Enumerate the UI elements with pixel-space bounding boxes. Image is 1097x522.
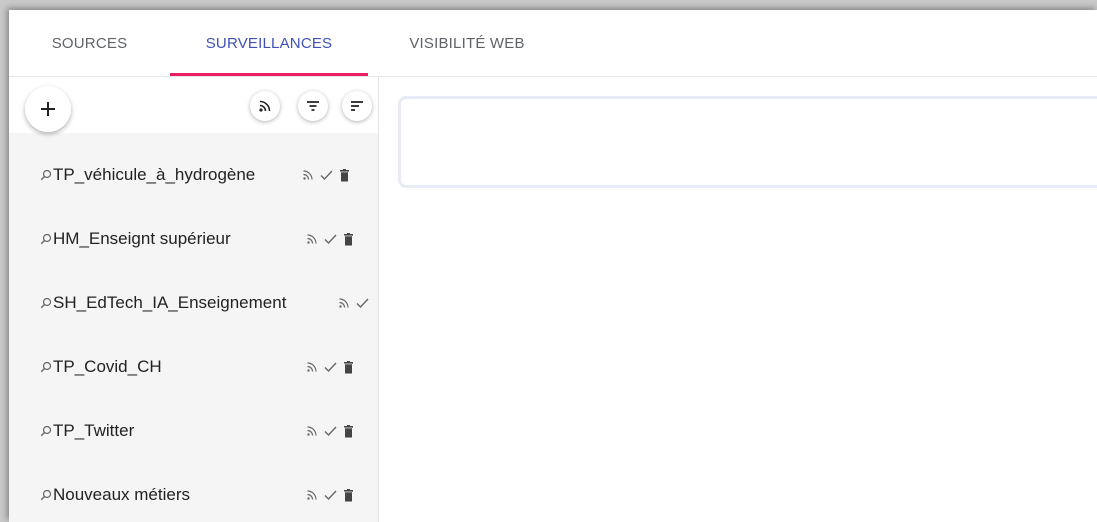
watch-label: TP_Covid_CH — [53, 357, 162, 376]
list-item[interactable]: Nouveaux métiers — [9, 463, 378, 522]
main-content — [379, 77, 1097, 522]
tab-surveillances-label: SURVEILLANCES — [205, 34, 333, 52]
search-icon — [40, 489, 52, 501]
list-item[interactable]: TP_véhicule_à_hydrogène — [9, 143, 378, 207]
tab-sources[interactable]: SOURCES — [9, 10, 170, 76]
check-icon[interactable] — [319, 167, 333, 183]
tab-visibilite-web[interactable]: VISIBILITÉ WEB — [368, 10, 566, 76]
rss-icon[interactable] — [305, 487, 319, 503]
item-actions — [301, 167, 351, 183]
list-item[interactable]: TP_Twitter — [9, 399, 378, 463]
watch-label: SH_EdTech_IA_Enseignement — [53, 293, 287, 312]
item-actions — [305, 423, 355, 439]
empty-detail-panel — [398, 96, 1097, 188]
add-watch-button[interactable] — [25, 86, 71, 132]
check-icon[interactable] — [355, 295, 369, 311]
tab-visibilite-web-label: VISIBILITÉ WEB — [409, 34, 525, 52]
watch-label: TP_Twitter — [53, 421, 135, 440]
trash-icon[interactable] — [341, 487, 355, 503]
rss-icon[interactable] — [305, 231, 319, 247]
sort-icon — [351, 101, 363, 111]
check-icon[interactable] — [323, 487, 337, 503]
trash-icon[interactable] — [341, 359, 355, 375]
rss-icon[interactable] — [337, 295, 351, 311]
item-actions — [337, 295, 369, 311]
search-icon — [40, 169, 52, 181]
trash-icon[interactable] — [341, 423, 355, 439]
search-icon — [40, 297, 52, 309]
watch-label: HM_Enseignt supérieur — [53, 229, 231, 248]
check-icon[interactable] — [323, 231, 337, 247]
watch-sidebar: TP_véhicule_à_hydrogène HM_Enseignt supé… — [9, 77, 379, 522]
rss-icon[interactable] — [305, 359, 319, 375]
search-icon — [40, 425, 52, 437]
trash-icon[interactable] — [337, 167, 351, 183]
rss-icon[interactable] — [305, 423, 319, 439]
sort-button[interactable] — [342, 91, 372, 121]
tab-bar: SOURCES SURVEILLANCES VISIBILITÉ WEB — [9, 10, 1097, 77]
item-actions — [305, 359, 355, 375]
list-item[interactable]: SH_EdTech_IA_Enseignement — [9, 271, 378, 335]
rss-filter-button[interactable] — [250, 91, 280, 121]
filter-icon — [307, 101, 319, 111]
active-tab-indicator — [170, 73, 368, 76]
trash-icon[interactable] — [341, 231, 355, 247]
rss-icon — [259, 100, 271, 112]
tab-sources-label: SOURCES — [51, 34, 128, 52]
watch-label: Nouveaux métiers — [53, 485, 191, 504]
sidebar-toolbar — [9, 77, 378, 133]
check-icon[interactable] — [323, 359, 337, 375]
rss-icon[interactable] — [301, 167, 315, 183]
item-actions — [305, 231, 355, 247]
search-icon — [40, 233, 52, 245]
item-actions — [305, 487, 355, 503]
watch-list: TP_véhicule_à_hydrogène HM_Enseignt supé… — [9, 133, 378, 522]
filter-button[interactable] — [298, 91, 328, 121]
tab-surveillances[interactable]: SURVEILLANCES — [170, 10, 368, 76]
list-item[interactable]: HM_Enseignt supérieur — [9, 207, 378, 271]
watch-label: TP_véhicule_à_hydrogène — [53, 165, 256, 184]
plus-icon — [41, 102, 55, 116]
check-icon[interactable] — [323, 423, 337, 439]
search-icon — [40, 361, 52, 373]
app-window: SOURCES SURVEILLANCES VISIBILITÉ WEB TP_… — [9, 10, 1097, 522]
list-item[interactable]: TP_Covid_CH — [9, 335, 378, 399]
